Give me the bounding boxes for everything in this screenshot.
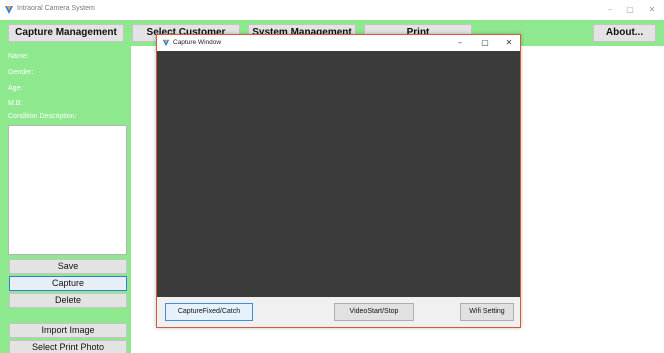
capture-window: Capture Window – ▢ ✕ CaptureFixed/Catch … (156, 34, 521, 328)
patient-panel: Name: Gender: Age: M.B: Condition Descri… (0, 46, 131, 353)
minimize-button[interactable]: – (603, 3, 617, 17)
maximize-button[interactable]: ▢ (623, 3, 637, 17)
select-print-photo-button[interactable]: Select Print Photo (9, 340, 127, 353)
gender-label: Gender: (8, 69, 34, 76)
import-image-button[interactable]: Import Image (9, 323, 127, 338)
condition-description-textarea[interactable] (8, 125, 127, 255)
wifi-setting-button[interactable]: Wifi Setting (460, 303, 514, 321)
name-label: Name: (8, 53, 29, 60)
app-logo-icon (162, 39, 170, 47)
mb-label: M.B: (8, 100, 23, 107)
capture-management-button[interactable]: Capture Management (8, 24, 124, 42)
about-button[interactable]: About... (593, 24, 656, 42)
capture-window-close-button[interactable]: ✕ (502, 36, 516, 50)
capture-window-title: Capture Window (173, 39, 222, 46)
capture-window-title-bar[interactable]: Capture Window – ▢ ✕ (157, 35, 520, 51)
delete-button[interactable]: Delete (9, 293, 127, 308)
video-start-stop-button[interactable]: VideoStart/Stop (334, 303, 414, 321)
save-button[interactable]: Save (9, 259, 127, 274)
capture-fixed-catch-button[interactable]: CaptureFixed/Catch (165, 303, 253, 321)
video-preview (157, 51, 520, 297)
capture-window-toolbar: CaptureFixed/Catch VideoStart/Stop Wifi … (157, 297, 520, 327)
app-logo-icon (5, 6, 13, 14)
capture-button[interactable]: Capture (9, 276, 127, 291)
age-label: Age: (8, 85, 23, 92)
app-window: Intraoral Camera System – ▢ ✕ Capture Ma… (0, 0, 664, 353)
condition-description-label: Condition Description: (8, 113, 77, 120)
title-bar: Intraoral Camera System – ▢ ✕ (0, 0, 664, 20)
app-title: Intraoral Camera System (17, 5, 95, 12)
capture-window-maximize-button[interactable]: ▢ (478, 36, 492, 50)
capture-window-minimize-button[interactable]: – (453, 36, 467, 50)
close-button[interactable]: ✕ (645, 3, 659, 17)
